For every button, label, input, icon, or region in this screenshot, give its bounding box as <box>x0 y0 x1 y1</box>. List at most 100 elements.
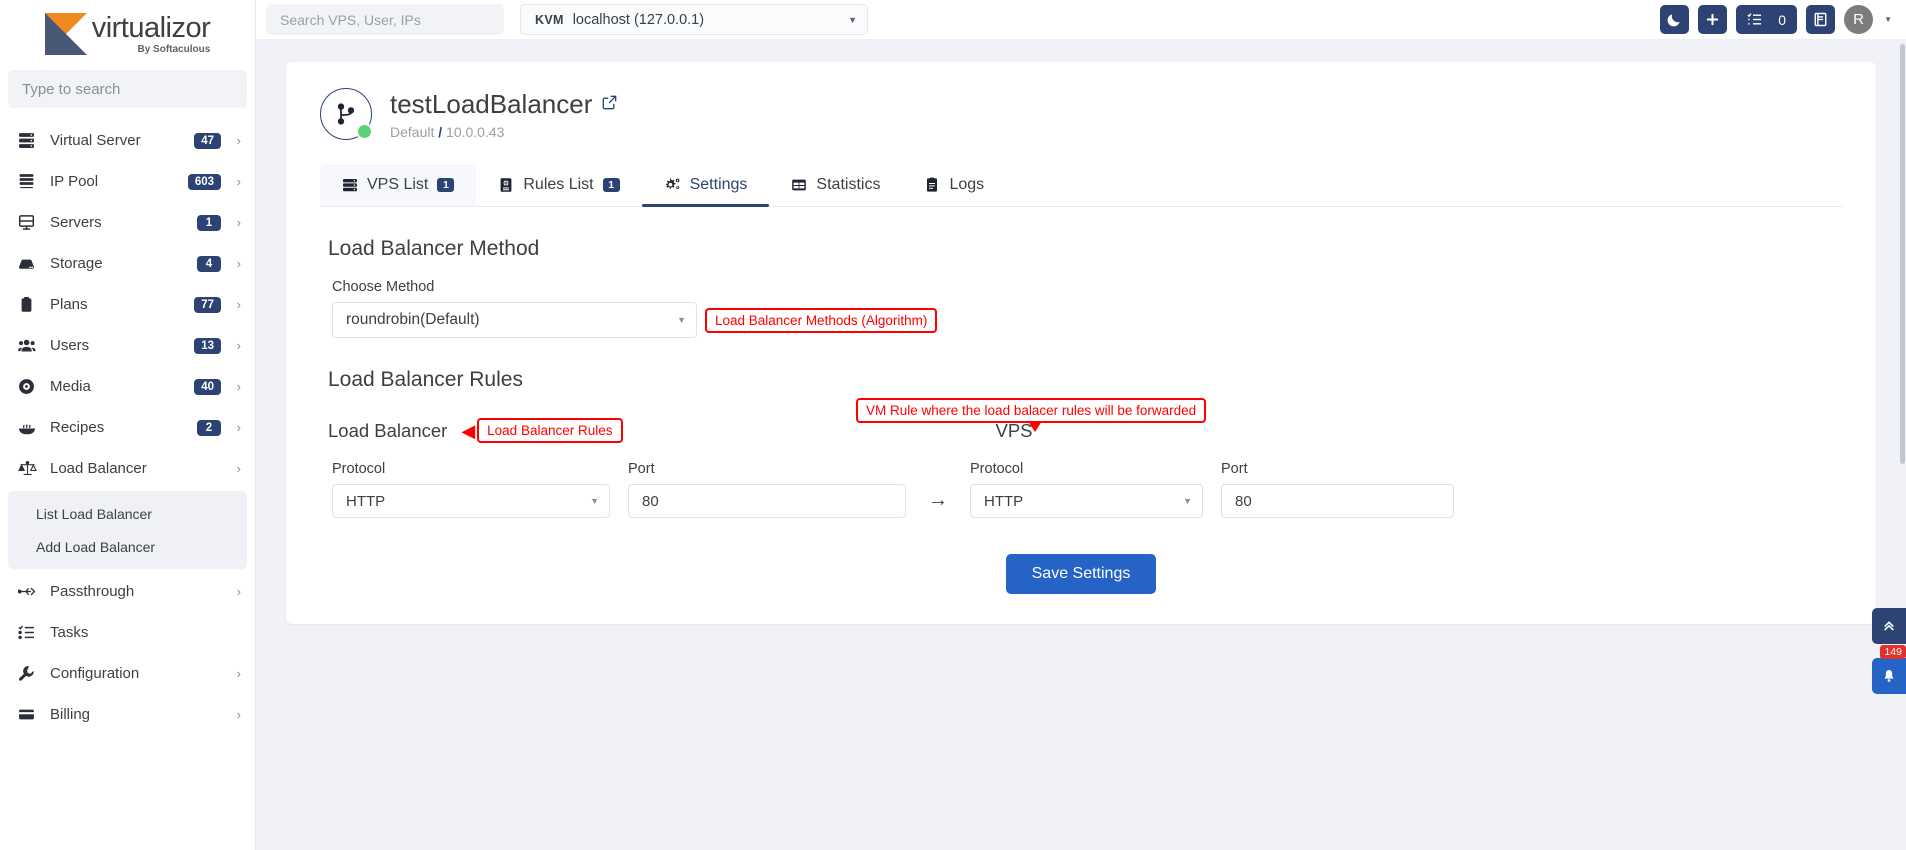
add-button[interactable] <box>1698 5 1728 34</box>
tab-badge: 1 <box>602 178 620 192</box>
load-balancer-header: testLoadBalancer Default / 10.0.0.43 <box>320 88 1842 140</box>
load-balancer-column-title: Load Balancer <box>328 419 448 441</box>
server-selector[interactable]: KVM localhost (127.0.0.1) ▼ <box>520 4 868 35</box>
top-bar-actions: 0 R ▼ <box>1660 5 1892 34</box>
chevron-right-icon: › <box>236 215 241 230</box>
breadcrumb-group: Default <box>390 123 435 140</box>
usb-icon <box>18 583 44 600</box>
sidebar-submenu-load-balancer: List Load Balancer Add Load Balancer <box>8 491 247 569</box>
page-scrollbar[interactable] <box>1899 40 1906 850</box>
tasks-icon <box>18 624 44 641</box>
global-search-input[interactable]: Search VPS, User, IPs <box>266 4 504 35</box>
breadcrumb: Default / 10.0.0.43 <box>390 124 617 140</box>
sidebar-item-recipes[interactable]: Recipes 2 › <box>0 407 255 448</box>
sidebar-item-tasks[interactable]: Tasks <box>0 612 255 653</box>
chevron-down-icon: ▼ <box>848 14 857 25</box>
sidebar-item-label: Tasks <box>50 624 89 641</box>
brand-logo[interactable]: virtualizor By Softaculous <box>0 0 255 62</box>
sidebar-item-plans[interactable]: Plans 77 › <box>0 284 255 325</box>
sidebar-badge: 603 <box>187 173 221 190</box>
rules-section-heading: Load Balancer Rules <box>328 368 523 391</box>
tab-settings[interactable]: Settings <box>641 164 770 207</box>
choose-method-label: Choose Method <box>332 279 435 295</box>
sidebar-item-servers[interactable]: Servers 1 › <box>0 202 255 243</box>
docs-button[interactable] <box>1806 5 1836 34</box>
sidebar-item-label: Servers <box>50 214 102 231</box>
tab-label: Statistics <box>816 176 881 193</box>
flow-arrow-icon: → <box>928 489 948 511</box>
annotation-vm-rule: VM Rule where the load balacer rules wil… <box>856 398 1207 432</box>
method-select[interactable]: roundrobin(Default) ▼ <box>332 302 697 338</box>
tab-bar: VPS List 1 Rules List 1 Settings Statist… <box>320 164 1842 207</box>
sidebar-item-label: Virtual Server <box>50 132 141 149</box>
settings-card: testLoadBalancer Default / 10.0.0.43 VPS… <box>286 62 1876 624</box>
tab-rules-list[interactable]: Rules List 1 <box>476 164 641 206</box>
lb-protocol-select[interactable]: HTTP ▼ <box>332 484 610 518</box>
lb-protocol-group: Protocol HTTP ▼ <box>332 461 610 518</box>
dark-mode-toggle[interactable] <box>1660 5 1690 34</box>
sidebar-item-add-load-balancer[interactable]: Add Load Balancer <box>8 530 247 563</box>
sidebar-item-label: Recipes <box>50 419 105 436</box>
page-title-wrap: testLoadBalancer <box>390 89 617 120</box>
chevron-down-icon: ▼ <box>590 496 599 506</box>
tab-label: Settings <box>689 176 748 193</box>
lb-port-input[interactable]: 80 <box>628 484 906 518</box>
sidebar-search-placeholder: Type to search <box>22 80 121 98</box>
lb-protocol-label: Protocol <box>332 461 386 477</box>
tab-statistics[interactable]: Statistics <box>769 164 902 206</box>
sidebar-badge: 1 <box>197 214 221 231</box>
brand-name: virtualizor <box>91 12 211 44</box>
sidebar-search-input[interactable]: Type to search <box>8 70 247 108</box>
scrollbar-thumb[interactable] <box>1900 44 1905 464</box>
sidebar-item-billing[interactable]: Billing › <box>0 694 255 735</box>
status-indicator <box>356 123 373 140</box>
sidebar-item-media[interactable]: Media 40 › <box>0 366 255 407</box>
annotation-method: Load Balancer Methods (Algorithm) <box>705 307 938 333</box>
save-settings-button[interactable]: Save Settings <box>1005 554 1157 594</box>
chevron-right-icon: › <box>236 297 241 312</box>
chevron-right-icon: › <box>236 666 241 681</box>
tab-label: Rules List <box>523 176 594 193</box>
sidebar-item-users[interactable]: Users 13 › <box>0 325 255 366</box>
save-row: Save Settings <box>320 554 1842 594</box>
sidebar-item-storage[interactable]: Storage 4 › <box>0 243 255 284</box>
submenu-label: List Load Balancer <box>36 505 152 522</box>
chevron-right-icon: › <box>236 707 241 722</box>
server-stack-icon <box>18 132 44 149</box>
chevron-right-icon: › <box>236 461 241 476</box>
sidebar-nav: Virtual Server 47 › IP Pool 603 › Server… <box>0 118 255 735</box>
chevron-right-icon: › <box>236 338 241 353</box>
sidebar-item-label: IP Pool <box>50 173 99 190</box>
sidebar-item-virtual-server[interactable]: Virtual Server 47 › <box>0 120 255 161</box>
sidebar-item-label: Billing <box>50 706 91 723</box>
sidebar-item-list-load-balancer[interactable]: List Load Balancer <box>8 497 247 530</box>
tab-logs[interactable]: Logs <box>902 164 1006 206</box>
chevron-down-icon[interactable]: ▼ <box>1884 15 1892 24</box>
content-area: testLoadBalancer Default / 10.0.0.43 VPS… <box>256 40 1906 850</box>
lb-port-value: 80 <box>642 492 659 510</box>
sidebar-item-load-balancer[interactable]: Load Balancer › <box>0 448 255 489</box>
vps-protocol-select[interactable]: HTTP ▼ <box>970 484 1203 518</box>
page-title: testLoadBalancer <box>390 88 593 119</box>
sidebar-item-passthrough[interactable]: Passthrough › <box>0 571 255 612</box>
tab-label: Logs <box>949 176 985 193</box>
rule-row: Protocol HTTP ▼ Port 80 → Protocol HTTP … <box>332 461 1842 518</box>
sidebar-item-ip-pool[interactable]: IP Pool 603 › <box>0 161 255 202</box>
tab-vps-list[interactable]: VPS List 1 <box>320 164 477 206</box>
avatar[interactable]: R <box>1844 5 1874 34</box>
annotation-load-balancer-rules: Load Balancer Rules <box>477 418 623 443</box>
users-icon <box>18 337 44 354</box>
vps-protocol-value: HTTP <box>984 492 1024 510</box>
wrench-icon <box>18 665 44 682</box>
vps-port-input[interactable]: 80 <box>1221 484 1454 518</box>
task-list-button[interactable]: 0 <box>1736 5 1798 34</box>
external-link-icon[interactable] <box>602 95 617 114</box>
sidebar-item-configuration[interactable]: Configuration › <box>0 653 255 694</box>
submenu-label: Add Load Balancer <box>36 538 156 555</box>
main-area: Search VPS, User, IPs KVM localhost (127… <box>256 0 1906 850</box>
server-list-icon <box>342 177 358 193</box>
rules-book-icon <box>498 177 514 193</box>
sidebar-item-label: Load Balancer <box>50 460 147 477</box>
vps-port-value: 80 <box>1235 492 1252 510</box>
top-bar: Search VPS, User, IPs KVM localhost (127… <box>256 0 1906 40</box>
